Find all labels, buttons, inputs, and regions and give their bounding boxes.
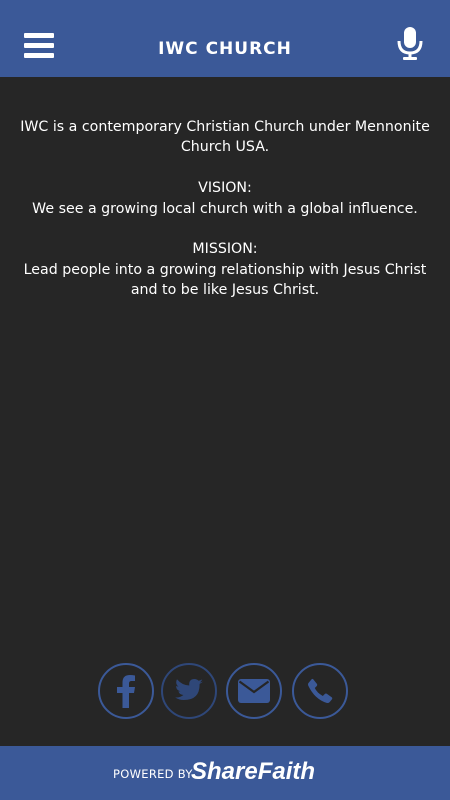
mission-text: Lead people into a growing relationship … [23, 261, 427, 299]
email-button[interactable] [226, 663, 282, 719]
vision-text: We see a growing local church with a glo… [32, 200, 418, 217]
app-footer: POWERED BY ShareFaith [0, 746, 450, 800]
phone-button[interactable] [292, 663, 348, 719]
microphone-icon[interactable] [394, 26, 426, 62]
page-title: IWC CHURCH [158, 39, 292, 59]
app-header: IWC CHURCH [0, 0, 450, 77]
about-content: IWC is a contemporary Christian Church u… [18, 117, 432, 321]
twitter-button[interactable] [161, 663, 217, 719]
mission-heading: MISSION: [192, 241, 258, 258]
brand-text: ShareFaith [191, 758, 315, 785]
vision-section: VISION: We see a growing local church wi… [18, 178, 432, 219]
intro-text: IWC is a contemporary Christian Church u… [20, 119, 430, 156]
facebook-icon [117, 675, 135, 708]
sharefaith-logo[interactable]: ShareFaith [191, 756, 339, 786]
email-icon [238, 679, 270, 703]
powered-by-label: POWERED BY [113, 767, 193, 781]
vision-heading: VISION: [198, 180, 252, 197]
phone-icon [308, 678, 333, 704]
mission-section: MISSION: Lead people into a growing rela… [18, 239, 432, 300]
facebook-button[interactable] [98, 663, 154, 719]
twitter-icon [175, 679, 203, 700]
social-links [0, 663, 450, 719]
